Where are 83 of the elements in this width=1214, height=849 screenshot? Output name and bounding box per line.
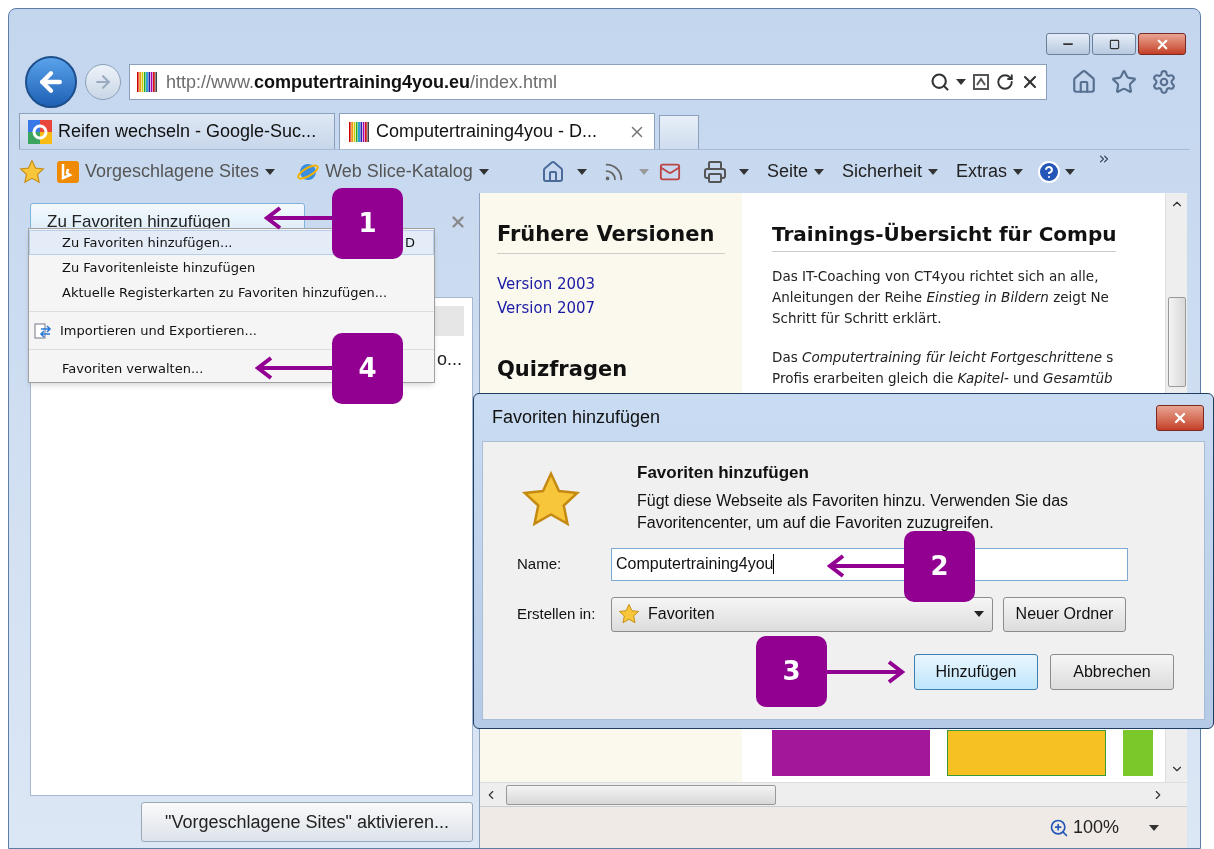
print-icon[interactable] bbox=[702, 159, 727, 184]
dialog-button[interactable]: Hinzufügen bbox=[914, 653, 1038, 690]
search-icon[interactable] bbox=[930, 72, 950, 92]
close-button[interactable] bbox=[1138, 33, 1186, 55]
site-logo-icon bbox=[57, 160, 79, 183]
stripes-icon bbox=[136, 71, 158, 93]
caret-icon bbox=[956, 79, 966, 85]
star-icon bbox=[618, 603, 640, 625]
paragraph-line: Das IT-Coaching von CT4you richtet sich an alle, bbox=[772, 267, 1100, 286]
caret-icon bbox=[1012, 168, 1023, 175]
zoom-level[interactable]: 100% bbox=[1072, 814, 1119, 841]
url-text: http://www.computertraining4you.eu/index.html bbox=[166, 70, 558, 94]
import-export-icon bbox=[34, 321, 52, 340]
paragraph-line: Profis erarbeiten gleich die Kapitel- und Gesamtüb bbox=[772, 369, 1114, 388]
version-link[interactable]: Version 2003 bbox=[497, 271, 596, 296]
refresh-icon[interactable] bbox=[996, 73, 1014, 91]
close-icon[interactable] bbox=[449, 213, 467, 231]
stripes-icon bbox=[348, 120, 370, 143]
caret-icon bbox=[813, 168, 824, 175]
maximize-button[interactable] bbox=[1092, 33, 1136, 55]
step-badge: 4 bbox=[332, 333, 403, 404]
command-menu[interactable]: Extras bbox=[955, 158, 1023, 185]
callout-arrow bbox=[264, 206, 332, 230]
image-tile bbox=[1123, 730, 1153, 776]
zoom-icon[interactable] bbox=[1048, 817, 1069, 838]
folder-select[interactable]: Favoriten bbox=[611, 596, 993, 632]
activate-suggested-button[interactable]: "Vorgeschlagene Sites" aktivieren... bbox=[141, 802, 473, 842]
browser-tab[interactable]: Computertraining4you - D... bbox=[339, 113, 655, 149]
menu-item[interactable]: Favoriten verwalten... bbox=[29, 356, 209, 381]
caret-icon bbox=[1064, 168, 1075, 175]
tab-title: Computertraining4you - D... bbox=[376, 120, 598, 143]
settings-icon[interactable] bbox=[1151, 69, 1177, 95]
caret-icon bbox=[478, 168, 489, 175]
caret-icon bbox=[974, 611, 984, 617]
forward-arrow-icon bbox=[93, 72, 113, 92]
address-field[interactable]: http://www.computertraining4you.eu/index.html bbox=[129, 64, 1047, 100]
compatibility-icon[interactable] bbox=[972, 73, 990, 91]
horizontal-scrollbar[interactable] bbox=[480, 782, 1187, 806]
dialog-heading: Favoriten hinzufügen bbox=[637, 462, 810, 484]
caret-icon bbox=[638, 168, 649, 175]
caret-icon bbox=[576, 168, 587, 175]
dialog-description: Fügt diese Webseite als Favoriten hinzu. Verwenden Sie das Favoritencenter, um auf die Favoriten zuzugreifen. bbox=[637, 490, 1070, 533]
caret-icon bbox=[1149, 824, 1159, 831]
name-label: Name: bbox=[516, 553, 563, 574]
section-heading: Frühere Versionen bbox=[497, 219, 725, 254]
command-menu[interactable]: Sicherheit bbox=[841, 158, 938, 185]
favorites-star-icon bbox=[19, 158, 45, 185]
home-icon[interactable] bbox=[540, 159, 565, 184]
page-heading: Trainings-Übersicht für Compu bbox=[772, 219, 1117, 252]
maximize-icon bbox=[1108, 38, 1120, 50]
step-badge: 1 bbox=[332, 188, 403, 259]
dialog-title: Favoriten hinzufügen bbox=[492, 406, 661, 429]
colored-square-icon bbox=[28, 119, 52, 144]
command-menu[interactable]: Seite bbox=[766, 158, 824, 185]
scroll-thumb[interactable] bbox=[506, 784, 776, 805]
browser-tab[interactable]: Reifen wechseln - Google-Suc... bbox=[19, 113, 335, 149]
dialog-button[interactable]: Abbrechen bbox=[1050, 653, 1174, 690]
section-heading: Quizfragen bbox=[497, 355, 629, 383]
list-item[interactable]: o... bbox=[437, 346, 462, 373]
caret-icon bbox=[265, 168, 276, 175]
paragraph-line: Schritt für Schritt erklärt. bbox=[772, 309, 943, 328]
scroll-thumb[interactable] bbox=[1167, 297, 1186, 387]
suggested-sites-link[interactable]: Vorgeschlagene Sites bbox=[85, 158, 260, 185]
menu-item[interactable]: Zu Favoritenleiste hinzufügen bbox=[29, 255, 261, 280]
favorites-icon[interactable] bbox=[1111, 69, 1137, 95]
step-badge: 2 bbox=[904, 531, 975, 602]
close-button[interactable] bbox=[1156, 404, 1204, 431]
tab-title: Reifen wechseln - Google-Suc... bbox=[58, 120, 317, 143]
menu-item[interactable]: Importieren und Exportieren... bbox=[29, 318, 262, 343]
shortcut-text: D bbox=[405, 233, 415, 252]
new-folder-button[interactable]: Neuer Ordner bbox=[1003, 596, 1126, 632]
version-link[interactable]: Version 2007 bbox=[497, 295, 596, 320]
folder-label: Erstellen in: bbox=[516, 603, 597, 624]
home-icon[interactable] bbox=[1071, 69, 1097, 95]
web-slice-link[interactable]: Web Slice-Katalog bbox=[325, 158, 473, 185]
caret-icon bbox=[738, 168, 749, 175]
step-badge: 3 bbox=[756, 636, 827, 707]
menu-item[interactable]: Aktuelle Registerkarten zu Favoriten hinzufügen... bbox=[29, 280, 393, 305]
help-icon[interactable] bbox=[1036, 159, 1061, 184]
paragraph-line: Anleitungen der Reihe Einstieg in Bildern zeigt Ne bbox=[772, 288, 1110, 307]
paragraph-line: Das Computertraining für leicht Fortgeschrittene s bbox=[772, 348, 1115, 367]
caret-icon bbox=[927, 168, 938, 175]
back-button[interactable] bbox=[25, 56, 77, 108]
